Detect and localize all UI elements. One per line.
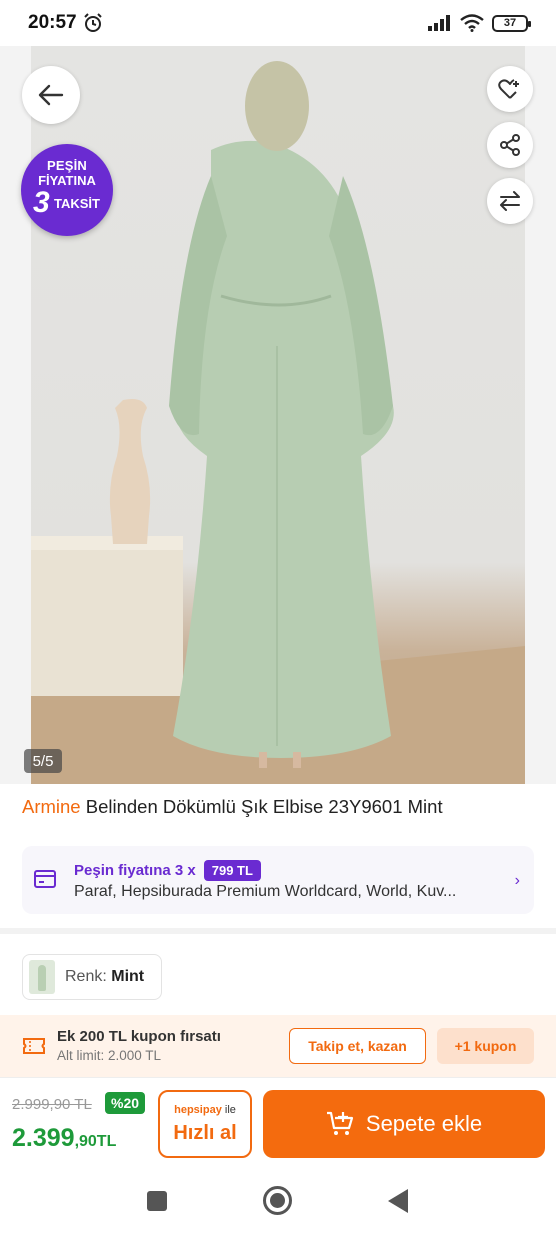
color-thumbnail [29, 960, 55, 994]
hepsipay-label: hepsipay ile [160, 1104, 250, 1116]
add-to-cart-label: Sepete ekle [365, 1111, 483, 1136]
card-icon [34, 870, 56, 888]
installment-badge: PEŞİN FİYATINA 3 TAKSİT [21, 144, 113, 236]
installment-amount: 799 TL [203, 860, 261, 881]
badge-number: 3 [33, 186, 50, 219]
wifi-icon [460, 14, 484, 32]
battery-indicator: 37 [492, 14, 531, 32]
color-label: Renk: [65, 968, 112, 985]
favorite-button[interactable] [487, 66, 533, 112]
hepsipay-logo: hepsipay [174, 1104, 222, 1116]
quick-buy-button[interactable]: hepsipay ile Hızlı al [158, 1090, 252, 1158]
purchase-bar: 2.999,90 TL %20 2.399,90TL hepsipay ile … [0, 1077, 556, 1169]
color-text: Renk: Mint [65, 968, 144, 986]
status-time: 20:57 [28, 12, 77, 33]
product-image-carousel[interactable]: PEŞİN FİYATINA 3 TAKSİT 5/5 [0, 46, 556, 784]
product-name: Belinden Dökümlü Şık Elbise 23Y9601 Mint [80, 796, 443, 817]
status-bar: 20:57 37 [0, 0, 556, 46]
badge-line1: PEŞİN [46, 158, 87, 173]
follow-earn-button[interactable]: Takip et, kazan [289, 1028, 426, 1064]
discount-badge: %20 [105, 1092, 146, 1114]
installment-label: Peşin fiyatına 3 x [74, 862, 196, 879]
price-decimal: ,90TL [74, 1133, 117, 1150]
product-title: Armine Belinden Dökümlü Şık Elbise 23Y96… [22, 796, 443, 818]
old-price: 2.999,90 TL [12, 1096, 92, 1113]
product-page: 20:57 37 PEŞİN FİYATINA 3 TAKSİT 5/5 Arm… [0, 0, 556, 1235]
system-nav-bar [0, 1169, 556, 1235]
home-button[interactable] [263, 1186, 292, 1215]
signal-icon [428, 15, 450, 31]
coupon-subtitle: Alt limit: 2.000 TL [57, 1048, 162, 1063]
coupon-button[interactable]: +1 kupon [437, 1028, 534, 1064]
system-back-button[interactable] [388, 1189, 408, 1213]
share-button[interactable] [487, 122, 533, 168]
installment-title: Peşin fiyatına 3 x 799 TL [74, 860, 261, 881]
hepsipay-with: ile [221, 1104, 236, 1116]
back-arrow-icon [38, 84, 64, 106]
coupon-title: Ek 200 TL kupon fırsatı [57, 1028, 221, 1045]
price-main: 2.399 [12, 1124, 75, 1152]
carousel-side-left [0, 46, 31, 784]
chevron-right-icon: › [514, 872, 520, 889]
installment-cards: Paraf, Hepsiburada Premium Worldcard, Wo… [74, 883, 457, 900]
image-counter: 5/5 [24, 749, 62, 773]
compare-icon [500, 191, 520, 211]
back-button[interactable] [22, 66, 80, 124]
dress-illustration [31, 61, 525, 784]
cart-plus-icon [326, 1111, 353, 1135]
add-to-cart-button[interactable]: Sepete ekle [263, 1090, 545, 1158]
alarm-icon [83, 13, 102, 32]
recent-apps-button[interactable] [147, 1191, 167, 1211]
badge-line3: TAKSİT [54, 196, 100, 211]
product-brand[interactable]: Armine [22, 796, 81, 817]
installment-card[interactable]: Peşin fiyatına 3 x 799 TL Paraf, Hepsibu… [22, 846, 534, 914]
current-price: 2.399,90TL [12, 1124, 116, 1153]
heart-icon [498, 79, 519, 99]
color-selector[interactable]: Renk: Mint [22, 954, 162, 1000]
compare-button[interactable] [487, 178, 533, 224]
coupon-bar: Ek 200 TL kupon fırsatı Alt limit: 2.000… [0, 1015, 556, 1077]
status-icons: 37 [428, 14, 531, 32]
share-icon [500, 134, 520, 156]
section-divider [0, 928, 556, 934]
color-value: Mint [111, 968, 145, 985]
quick-buy-label: Hızlı al [173, 1122, 237, 1144]
ticket-icon [23, 1038, 45, 1054]
